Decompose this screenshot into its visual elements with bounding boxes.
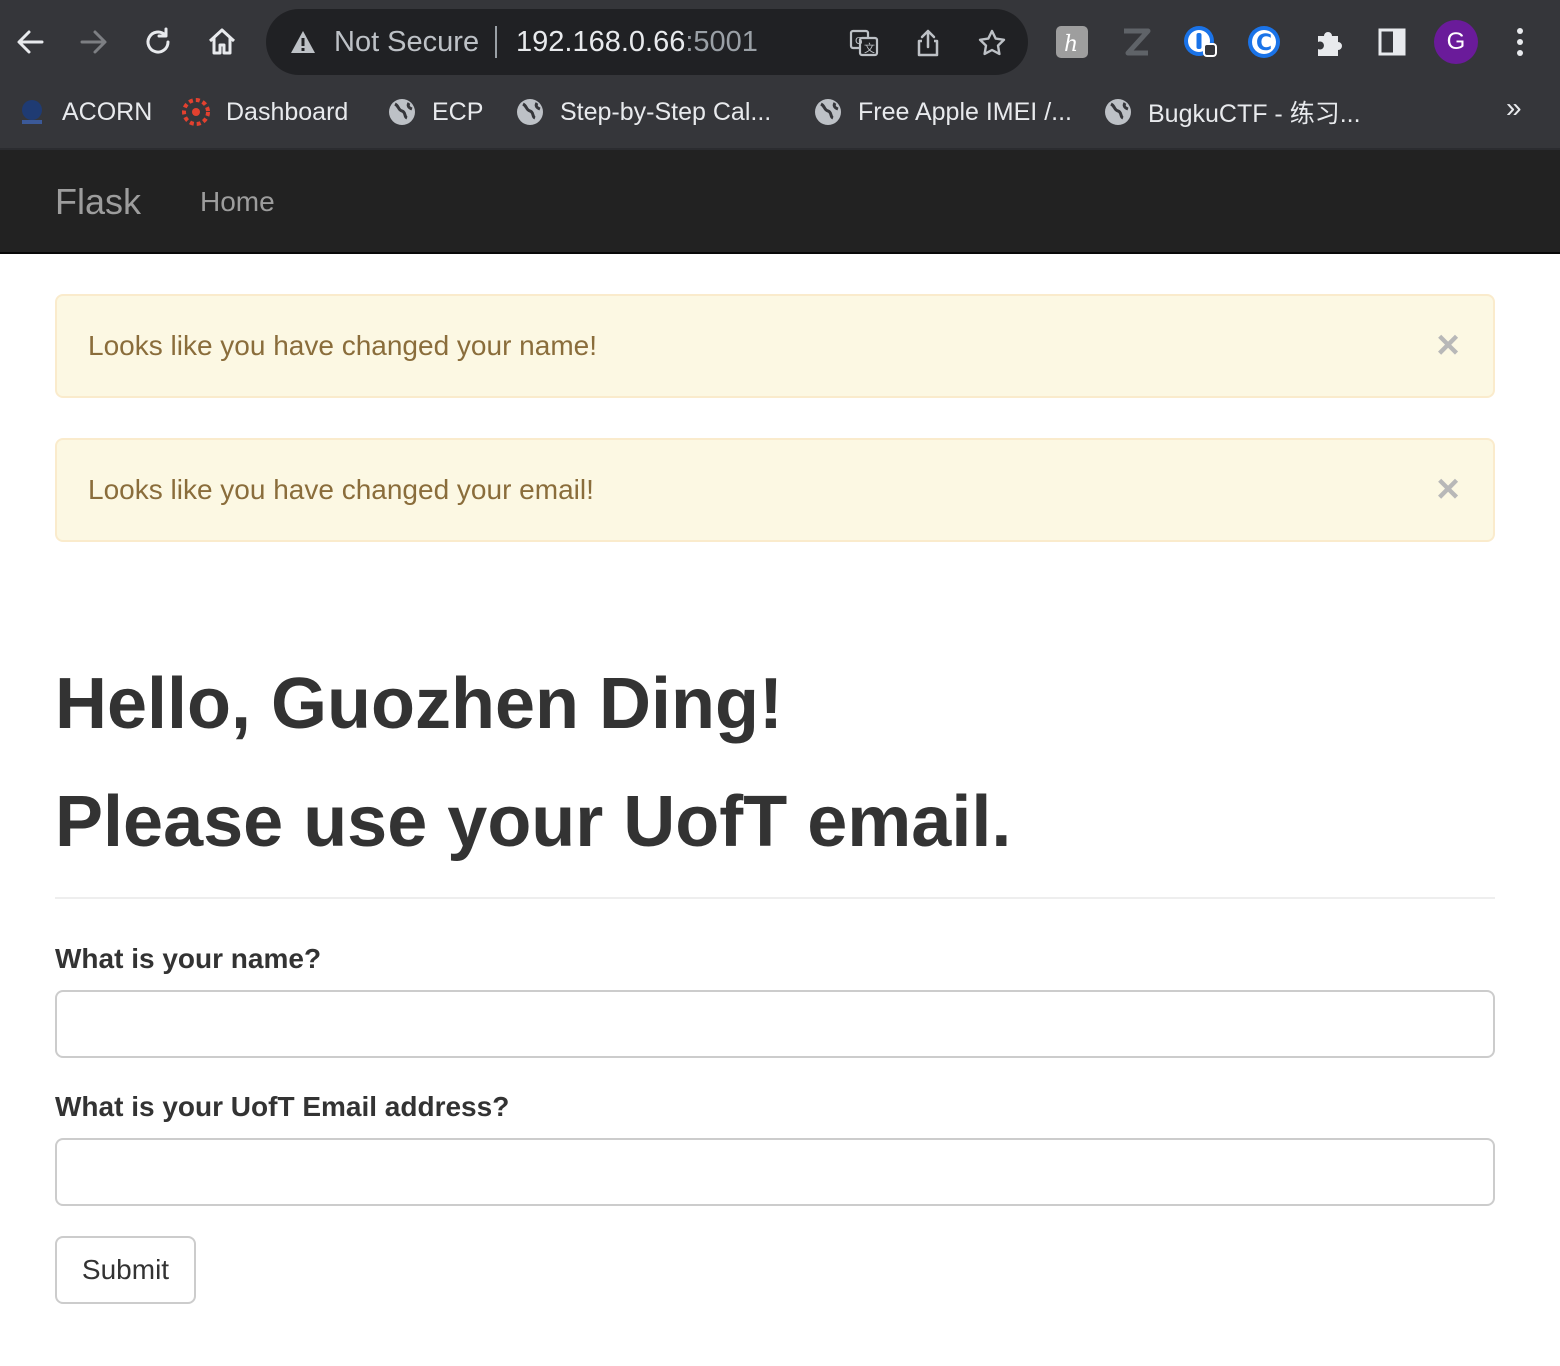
name-input[interactable] (55, 990, 1495, 1058)
alert-message: Looks like you have changed your name! (88, 330, 597, 361)
reload-button[interactable] (130, 14, 186, 70)
side-panel-icon (1378, 28, 1406, 56)
svg-text:G: G (855, 36, 863, 47)
translate-icon: G 文 (849, 29, 879, 57)
url-text[interactable]: 192.168.0.66:5001 (516, 9, 758, 75)
bookmark-acorn[interactable]: ACORN (16, 84, 152, 140)
bookmark-label: Dashboard (226, 97, 349, 126)
bookmark-label: Step-by-Step Cal... (560, 97, 772, 126)
name-label: What is your name? (55, 943, 322, 974)
puzzle-icon (1318, 32, 1342, 56)
extensions-button[interactable] (1308, 22, 1348, 62)
address-bar[interactable]: Not Secure 192.168.0.66:5001 G 文 (266, 9, 1028, 75)
url-port: :5001 (685, 26, 758, 58)
star-icon (978, 29, 1006, 56)
extension-z-button[interactable] (1116, 22, 1156, 62)
profile-avatar[interactable]: G (1434, 20, 1478, 64)
bookmark-bugkuctf[interactable]: BugkuCTF - 练习... (1102, 84, 1361, 140)
warning-icon (291, 31, 315, 53)
omnibox-separator (495, 26, 497, 58)
not-secure-label[interactable]: Not Secure (334, 9, 479, 75)
greeting-heading: Hello, Guozhen Ding! (55, 664, 783, 744)
globe-icon (1102, 96, 1134, 128)
url-host: 192.168.0.66 (516, 26, 686, 58)
home-button[interactable] (194, 14, 250, 70)
forward-arrow-icon (80, 30, 107, 54)
bookmark-label: BugkuCTF - 练习... (1148, 100, 1361, 128)
bookmark-free-apple-imei[interactable]: Free Apple IMEI /... (812, 84, 1072, 140)
email-input[interactable] (55, 1138, 1495, 1206)
instruction-heading: Please use your UofT email. (55, 782, 1012, 862)
browser-menu-button[interactable] (1500, 22, 1540, 62)
share-button[interactable] (908, 23, 948, 63)
svg-text:h: h (1064, 32, 1078, 57)
bookmark-star-button[interactable] (972, 23, 1012, 63)
forward-button[interactable] (66, 14, 122, 70)
dashboard-icon (180, 96, 212, 128)
globe-icon (514, 96, 546, 128)
close-icon[interactable]: × (1433, 469, 1463, 509)
translate-button[interactable]: G 文 (844, 23, 884, 63)
bookmark-label: ACORN (62, 97, 153, 126)
h-extension-icon: h (1056, 26, 1088, 58)
browser-toolbar: Not Secure 192.168.0.66:5001 G 文 h C G (0, 0, 1560, 84)
z-extension-icon (1124, 28, 1151, 56)
header-divider (55, 897, 1495, 899)
bookmark-label: ECP (432, 97, 484, 126)
alert-email-changed: Looks like you have changed your email! … (55, 438, 1495, 542)
side-panel-button[interactable] (1372, 22, 1412, 62)
extension-h-button[interactable]: h (1052, 22, 1092, 62)
bookmark-step-by-step[interactable]: Step-by-Step Cal... (514, 84, 771, 140)
alert-name-changed: Looks like you have changed your name! × (55, 294, 1495, 398)
alert-message: Looks like you have changed your email! (88, 474, 594, 505)
extension-password-button[interactable] (1180, 22, 1220, 62)
close-icon[interactable]: × (1433, 325, 1463, 365)
back-button[interactable] (2, 14, 58, 70)
password-manager-icon (1184, 26, 1217, 57)
home-icon (208, 28, 236, 55)
bookmark-ecp[interactable]: ECP (386, 84, 483, 140)
bookmarks-overflow-button[interactable]: » (1506, 92, 1522, 124)
acorn-icon (16, 96, 48, 128)
share-icon (917, 29, 939, 57)
c-extension-icon: C (1248, 26, 1280, 58)
back-arrow-icon (17, 30, 44, 54)
extension-c-button[interactable]: C (1244, 22, 1284, 62)
bookmarks-bar: ACORN Dashboard ECP Step-by-Step Cal... (0, 84, 1560, 150)
reload-icon (146, 27, 170, 54)
submit-button[interactable]: Submit (55, 1236, 196, 1304)
svg-text:文: 文 (864, 41, 875, 55)
navbar-brand[interactable]: Flask (55, 150, 141, 254)
site-navbar: Flask Home (0, 150, 1560, 254)
globe-icon (386, 96, 418, 128)
bookmark-label: Free Apple IMEI /... (858, 97, 1072, 126)
globe-icon (812, 96, 844, 128)
email-label: What is your UofT Email address? (55, 1091, 510, 1122)
nav-home-link[interactable]: Home (200, 150, 275, 254)
svg-text:C: C (1256, 31, 1272, 56)
kebab-menu-icon (1517, 28, 1523, 56)
bookmark-dashboard[interactable]: Dashboard (180, 84, 348, 140)
